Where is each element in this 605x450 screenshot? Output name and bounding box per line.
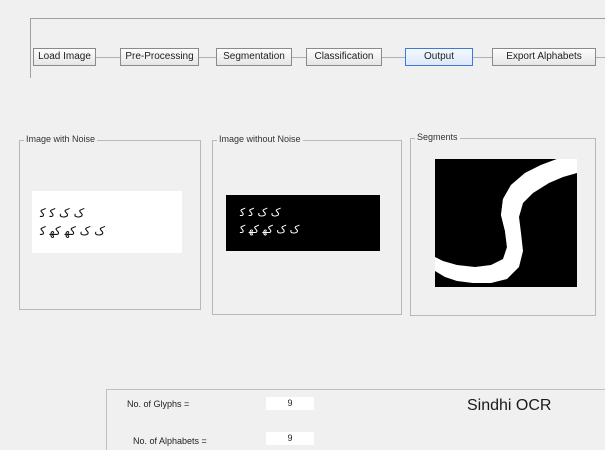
noisy-image-panel-title: Image with Noise <box>24 134 98 144</box>
clean-image-panel: Image without Noise ﮎ ﮎ ﮐ ﮐ ﮎ ﮎ ﮐﮭ ﮐﮭ ﮐ <box>212 134 402 315</box>
segmentation-button[interactable]: Segmentation <box>216 48 292 66</box>
export-alphabets-button[interactable]: Export Alphabets <box>492 48 596 66</box>
segment-glyph-image <box>435 159 577 287</box>
noisy-image-line-1: ﮎ ﮎ ﮐ ﮐ <box>40 206 85 220</box>
app-title: Sindhi OCR <box>467 397 552 414</box>
noisy-image: ﮎ ﮎ ﮐ ﮐ ﮎ ﮎ ﮐﮭ ﮐﮭ ﮐ <box>32 191 182 253</box>
app-window: Load Image Pre-Processing Segmentation C… <box>0 0 605 450</box>
load-image-button[interactable]: Load Image <box>33 48 96 66</box>
segments-panel-title: Segments <box>415 132 460 142</box>
clean-image-line-2: ﮎ ﮎ ﮐﮭ ﮐﮭ ﮐ <box>240 223 300 236</box>
alphabets-count-field: 9 <box>266 432 314 445</box>
glyphs-count-field: 9 <box>266 397 314 410</box>
clean-image-panel-title: Image without Noise <box>217 134 303 144</box>
noisy-image-line-2: ﮎ ﮎ ﮐﮭ ﮐﮭ ﮐ <box>40 224 105 238</box>
output-button[interactable]: Output <box>405 48 473 66</box>
bottom-frame-top-edge <box>106 389 605 390</box>
clean-image: ﮎ ﮎ ﮐ ﮐ ﮎ ﮎ ﮐﮭ ﮐﮭ ﮐ <box>226 195 380 251</box>
alphabets-count-label: No. of Alphabets = <box>133 436 207 446</box>
segments-panel: Segments <box>410 132 596 316</box>
noisy-image-panel: Image with Noise ﮎ ﮎ ﮐ ﮐ ﮎ ﮎ ﮐﮭ ﮐﮭ ﮐ <box>19 134 201 310</box>
pre-processing-button[interactable]: Pre-Processing <box>120 48 199 66</box>
bottom-frame-left-edge <box>106 389 107 450</box>
classification-button[interactable]: Classification <box>306 48 382 66</box>
clean-image-line-1: ﮎ ﮎ ﮐ ﮐ <box>240 206 281 219</box>
glyphs-count-label: No. of Glyphs = <box>127 399 190 409</box>
